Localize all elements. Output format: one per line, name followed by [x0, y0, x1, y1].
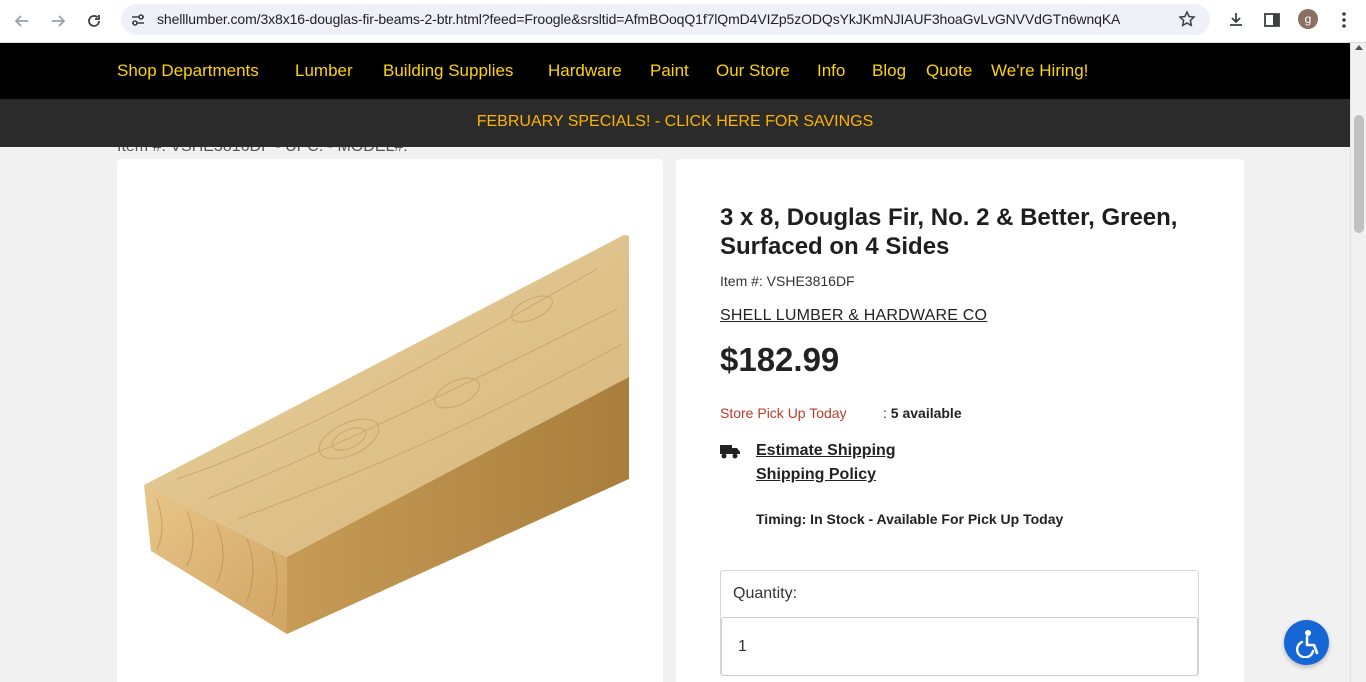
scroll-up-arrow-icon[interactable] — [1355, 45, 1363, 50]
accessibility-icon — [1295, 629, 1318, 658]
address-bar[interactable]: shelllumber.com/3x8x16-douglas-fir-beams… — [121, 4, 1210, 35]
nav-shop-departments[interactable]: Shop Departments — [117, 61, 259, 81]
item-meta-line: Item #: VSHE3816DF - UPC: - MODEL#: — [117, 147, 408, 156]
profile-avatar[interactable]: g — [1298, 9, 1318, 29]
url-text[interactable]: shelllumber.com/3x8x16-douglas-fir-beams… — [157, 11, 1120, 27]
estimate-shipping-link[interactable]: Estimate Shipping — [756, 442, 896, 460]
store-pickup-label: Store Pick Up Today — [720, 405, 847, 421]
forward-icon[interactable] — [45, 8, 71, 34]
product-price: $182.99 — [720, 341, 840, 378]
download-icon[interactable] — [1225, 9, 1247, 31]
nav-building-supplies[interactable]: Building Supplies — [383, 61, 513, 81]
truck-icon — [720, 445, 740, 459]
availability-count: 5 available — [890, 405, 962, 421]
nav-paint[interactable]: Paint — [650, 61, 689, 81]
reload-icon[interactable] — [81, 8, 107, 34]
nav-our-store[interactable]: Our Store — [716, 61, 790, 81]
lumber-beam-image[interactable] — [117, 159, 663, 682]
nav-info[interactable]: Info — [817, 61, 845, 81]
nav-hardware[interactable]: Hardware — [548, 61, 622, 81]
product-title: 3 x 8, Douglas Fir, No. 2 & Better, Gree… — [720, 204, 1178, 260]
scroll-thumb[interactable] — [1354, 115, 1364, 233]
item-number: Item #: VSHE3816DF — [720, 273, 855, 289]
quantity-box: Quantity: — [720, 570, 1199, 676]
timing-status: Timing: In Stock - Available For Pick Up… — [756, 511, 1064, 527]
nav-quote[interactable]: Quote — [926, 61, 972, 81]
vendor-link[interactable]: SHELL LUMBER & HARDWARE CO — [720, 307, 987, 325]
back-icon[interactable] — [9, 8, 35, 34]
star-icon[interactable] — [1178, 10, 1196, 28]
availability: : 5 available — [883, 405, 962, 421]
nav-blog[interactable]: Blog — [872, 61, 906, 81]
site-nav: Shop Departments Lumber Building Supplie… — [0, 43, 1350, 99]
promo-text[interactable]: FEBRUARY SPECIALS! - CLICK HERE FOR SAVI… — [0, 113, 1350, 131]
product-page: Item #: VSHE3816DF - UPC: - MODEL#: — [0, 147, 1350, 682]
availability-prefix: : — [883, 405, 891, 421]
site-info-icon[interactable] — [130, 12, 146, 28]
product-info-card: 3 x 8, Douglas Fir, No. 2 & Better, Gree… — [676, 159, 1244, 682]
browser-toolbar: shelllumber.com/3x8x16-douglas-fir-beams… — [0, 0, 1366, 43]
accessibility-button[interactable] — [1284, 620, 1329, 665]
promo-banner[interactable]: FEBRUARY SPECIALS! - CLICK HERE FOR SAVI… — [0, 99, 1350, 147]
shipping-policy-link[interactable]: Shipping Policy — [756, 466, 876, 484]
nav-were-hiring[interactable]: We're Hiring! — [991, 61, 1088, 81]
page-scrollbar[interactable] — [1350, 43, 1366, 682]
quantity-label: Quantity: — [733, 585, 798, 602]
menu-icon[interactable] — [1333, 9, 1355, 31]
product-image-card — [117, 159, 663, 682]
nav-lumber[interactable]: Lumber — [295, 61, 353, 81]
quantity-input[interactable] — [721, 617, 1198, 676]
side-panel-icon[interactable] — [1261, 9, 1283, 31]
